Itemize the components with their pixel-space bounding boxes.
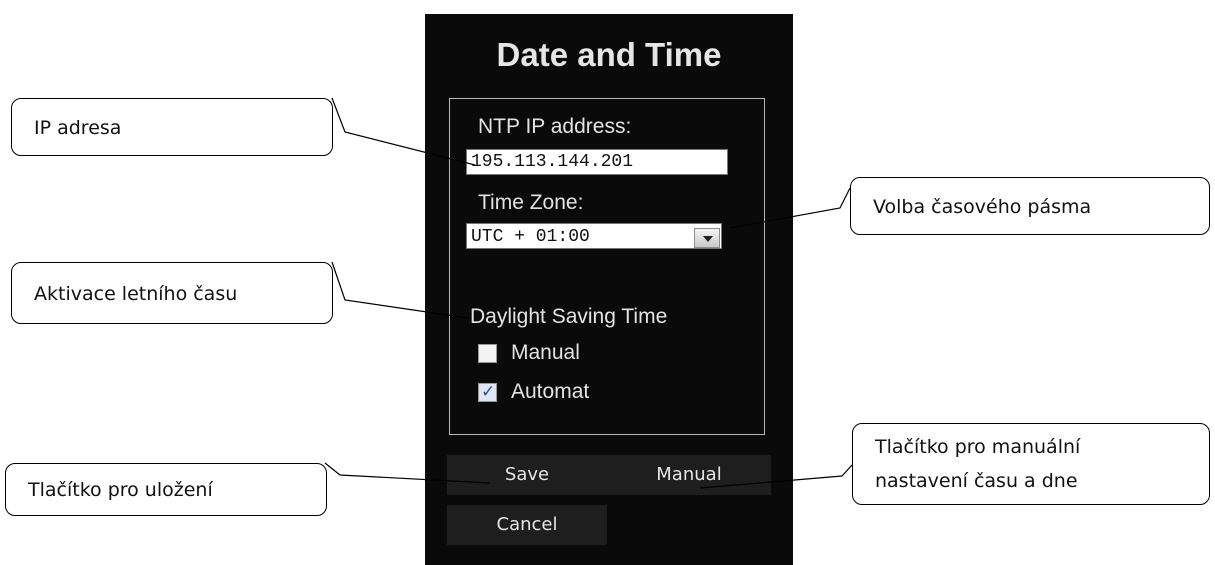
dst-label: Daylight Saving Time (470, 305, 668, 328)
callout-dst-text: Aktivace letního času (34, 283, 238, 305)
callout-timezone-text: Volba časového pásma (873, 196, 1092, 218)
callout-timezone: Volba časového pásma (850, 177, 1210, 235)
manual-time-button[interactable]: Manual (607, 455, 771, 495)
date-time-panel: Date and Time NTP IP address: 195.113.14… (425, 14, 793, 565)
ntp-ip-input[interactable]: 195.113.144.201 (466, 149, 728, 175)
timezone-select[interactable]: UTC + 01:00 (466, 223, 722, 249)
callout-manual: Tlačítko pro manuální nastavení času a d… (852, 423, 1210, 505)
chevron-down-icon[interactable] (694, 228, 720, 248)
timezone-value: UTC + 01:00 (471, 227, 590, 247)
settings-group: NTP IP address: 195.113.144.201 Time Zon… (449, 98, 765, 435)
callout-save-text: Tlačítko pro uložení (28, 479, 213, 501)
callout-manual-line2: nastavení času a dne (875, 470, 1078, 492)
automat-checkbox-label: Automat (511, 380, 590, 403)
manual-checkbox-label: Manual (511, 341, 580, 364)
callout-ip-text: IP adresa (34, 117, 122, 139)
callout-ip-address: IP adresa (11, 98, 333, 156)
manual-checkbox[interactable] (478, 344, 497, 363)
callout-save: Tlačítko pro uložení (5, 463, 327, 516)
callout-dst: Aktivace letního času (11, 262, 333, 324)
panel-title: Date and Time (496, 36, 722, 73)
cancel-button[interactable]: Cancel (447, 505, 607, 545)
timezone-label: Time Zone: (478, 191, 584, 214)
callout-manual-line1: Tlačítko pro manuální (875, 436, 1081, 458)
check-icon[interactable] (478, 382, 497, 402)
save-button[interactable]: Save (447, 455, 607, 495)
ntp-ip-label: NTP IP address: (478, 115, 632, 138)
